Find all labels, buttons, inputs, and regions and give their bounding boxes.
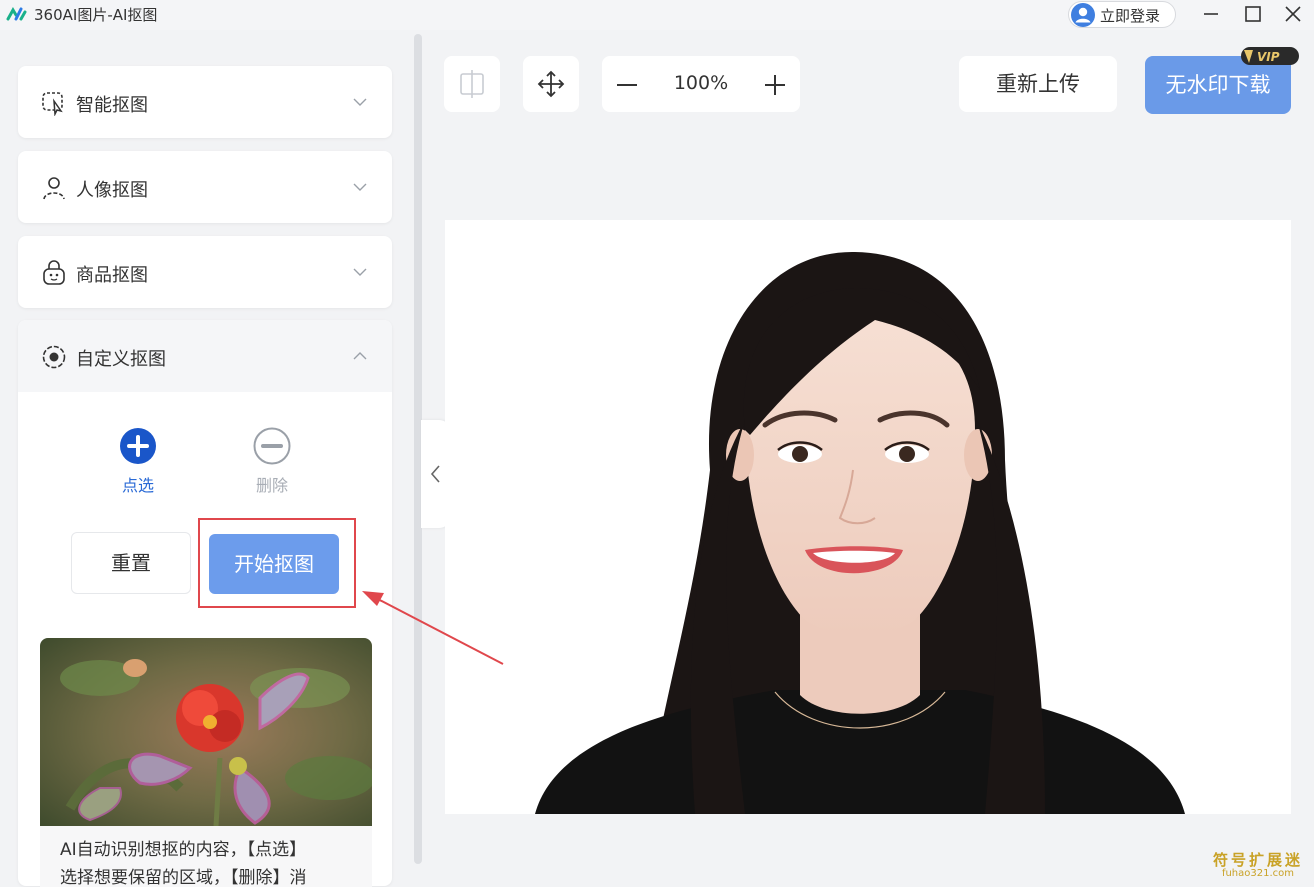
watermark-cn: 符号扩展迷 — [1212, 851, 1303, 869]
reupload-button[interactable]: 重新上传 — [959, 56, 1117, 112]
section-header[interactable]: 智能抠图 — [18, 66, 392, 138]
user-avatar-icon — [1071, 3, 1095, 27]
compare-icon — [460, 70, 484, 98]
close-icon[interactable] — [1278, 2, 1308, 26]
app-title: 360AI图片-AI抠图 — [34, 6, 158, 24]
section-header[interactable]: 人像抠图 — [18, 151, 392, 223]
section-header[interactable]: 商品抠图 — [18, 236, 392, 308]
section-label: 智能抠图 — [76, 95, 148, 116]
login-label: 立即登录 — [1100, 7, 1161, 25]
reset-button[interactable]: 重置 — [71, 532, 191, 594]
compare-button[interactable] — [444, 56, 500, 112]
pan-button[interactable] — [523, 56, 579, 112]
title-bar: 360AI图片-AI抠图 立即登录 — [0, 0, 1314, 30]
section-smart-cutout[interactable]: 智能抠图 — [18, 66, 392, 138]
help-text: AI自动识别想抠的内容，【点选】 选择想要保留的区域，【删除】消 — [60, 836, 360, 887]
chevron-down-icon — [353, 183, 367, 191]
help-text-line-2: 选择想要保留的区域，【删除】消 — [60, 868, 307, 887]
section-custom-cutout: 自定义抠图 点选 删除 重置 开始抠图 AI自动识别想抠的内容，【点选】 选择想… — [18, 320, 392, 887]
chevron-down-icon — [353, 268, 367, 276]
vip-badge: VIP — [1241, 47, 1299, 65]
help-text-line-1: AI自动识别想抠的内容，【点选】 — [60, 840, 307, 860]
login-button[interactable]: 立即登录 — [1068, 1, 1176, 28]
chevron-up-icon — [353, 352, 367, 360]
section-label: 自定义抠图 — [76, 349, 166, 370]
svg-text:VIP: VIP — [1257, 50, 1280, 64]
image-canvas[interactable] — [445, 220, 1291, 814]
minimize-icon[interactable] — [1196, 2, 1226, 26]
remove-point-label: 删除 — [255, 476, 288, 495]
example-flower-image — [40, 638, 372, 826]
target-dot-icon — [42, 345, 66, 369]
example-card: AI自动识别想抠的内容，【点选】 选择想要保留的区域，【删除】消 — [40, 638, 372, 887]
person-icon — [43, 177, 65, 200]
zoom-control: 100% — [602, 56, 800, 112]
remove-circle-icon — [253, 427, 291, 465]
remove-point-tool[interactable]: 删除 — [241, 427, 301, 497]
add-point-tool[interactable]: 点选 — [107, 427, 167, 497]
start-cutout-button[interactable]: 开始抠图 — [209, 534, 339, 594]
section-header[interactable]: 自定义抠图 — [18, 320, 392, 392]
section-label: 商品抠图 — [76, 265, 148, 286]
portrait-photo — [535, 251, 1185, 814]
product-bag-icon — [43, 260, 65, 285]
section-portrait-cutout[interactable]: 人像抠图 — [18, 151, 392, 223]
sidebar: 智能抠图 人像抠图 商品抠图 自定义抠图 点选 删除 重置 开始抠图 AI自动识… — [0, 32, 414, 887]
app-logo-icon — [6, 7, 27, 21]
section-product-cutout[interactable]: 商品抠图 — [18, 236, 392, 308]
move-icon — [537, 70, 565, 98]
add-circle-icon — [120, 428, 156, 464]
zoom-value: 100% — [673, 72, 729, 94]
add-point-label: 点选 — [121, 476, 154, 495]
zoom-out-icon[interactable] — [614, 72, 640, 98]
smart-select-icon — [42, 92, 63, 116]
chevron-left-icon — [430, 465, 440, 483]
watermark-logo: 符号扩展迷 fuhao321.com — [1208, 849, 1308, 879]
watermark-en: fuhao321.com — [1221, 868, 1295, 879]
maximize-icon[interactable] — [1237, 2, 1267, 26]
section-label: 人像抠图 — [76, 180, 148, 201]
chevron-down-icon — [353, 98, 367, 106]
zoom-in-icon[interactable] — [762, 72, 788, 98]
